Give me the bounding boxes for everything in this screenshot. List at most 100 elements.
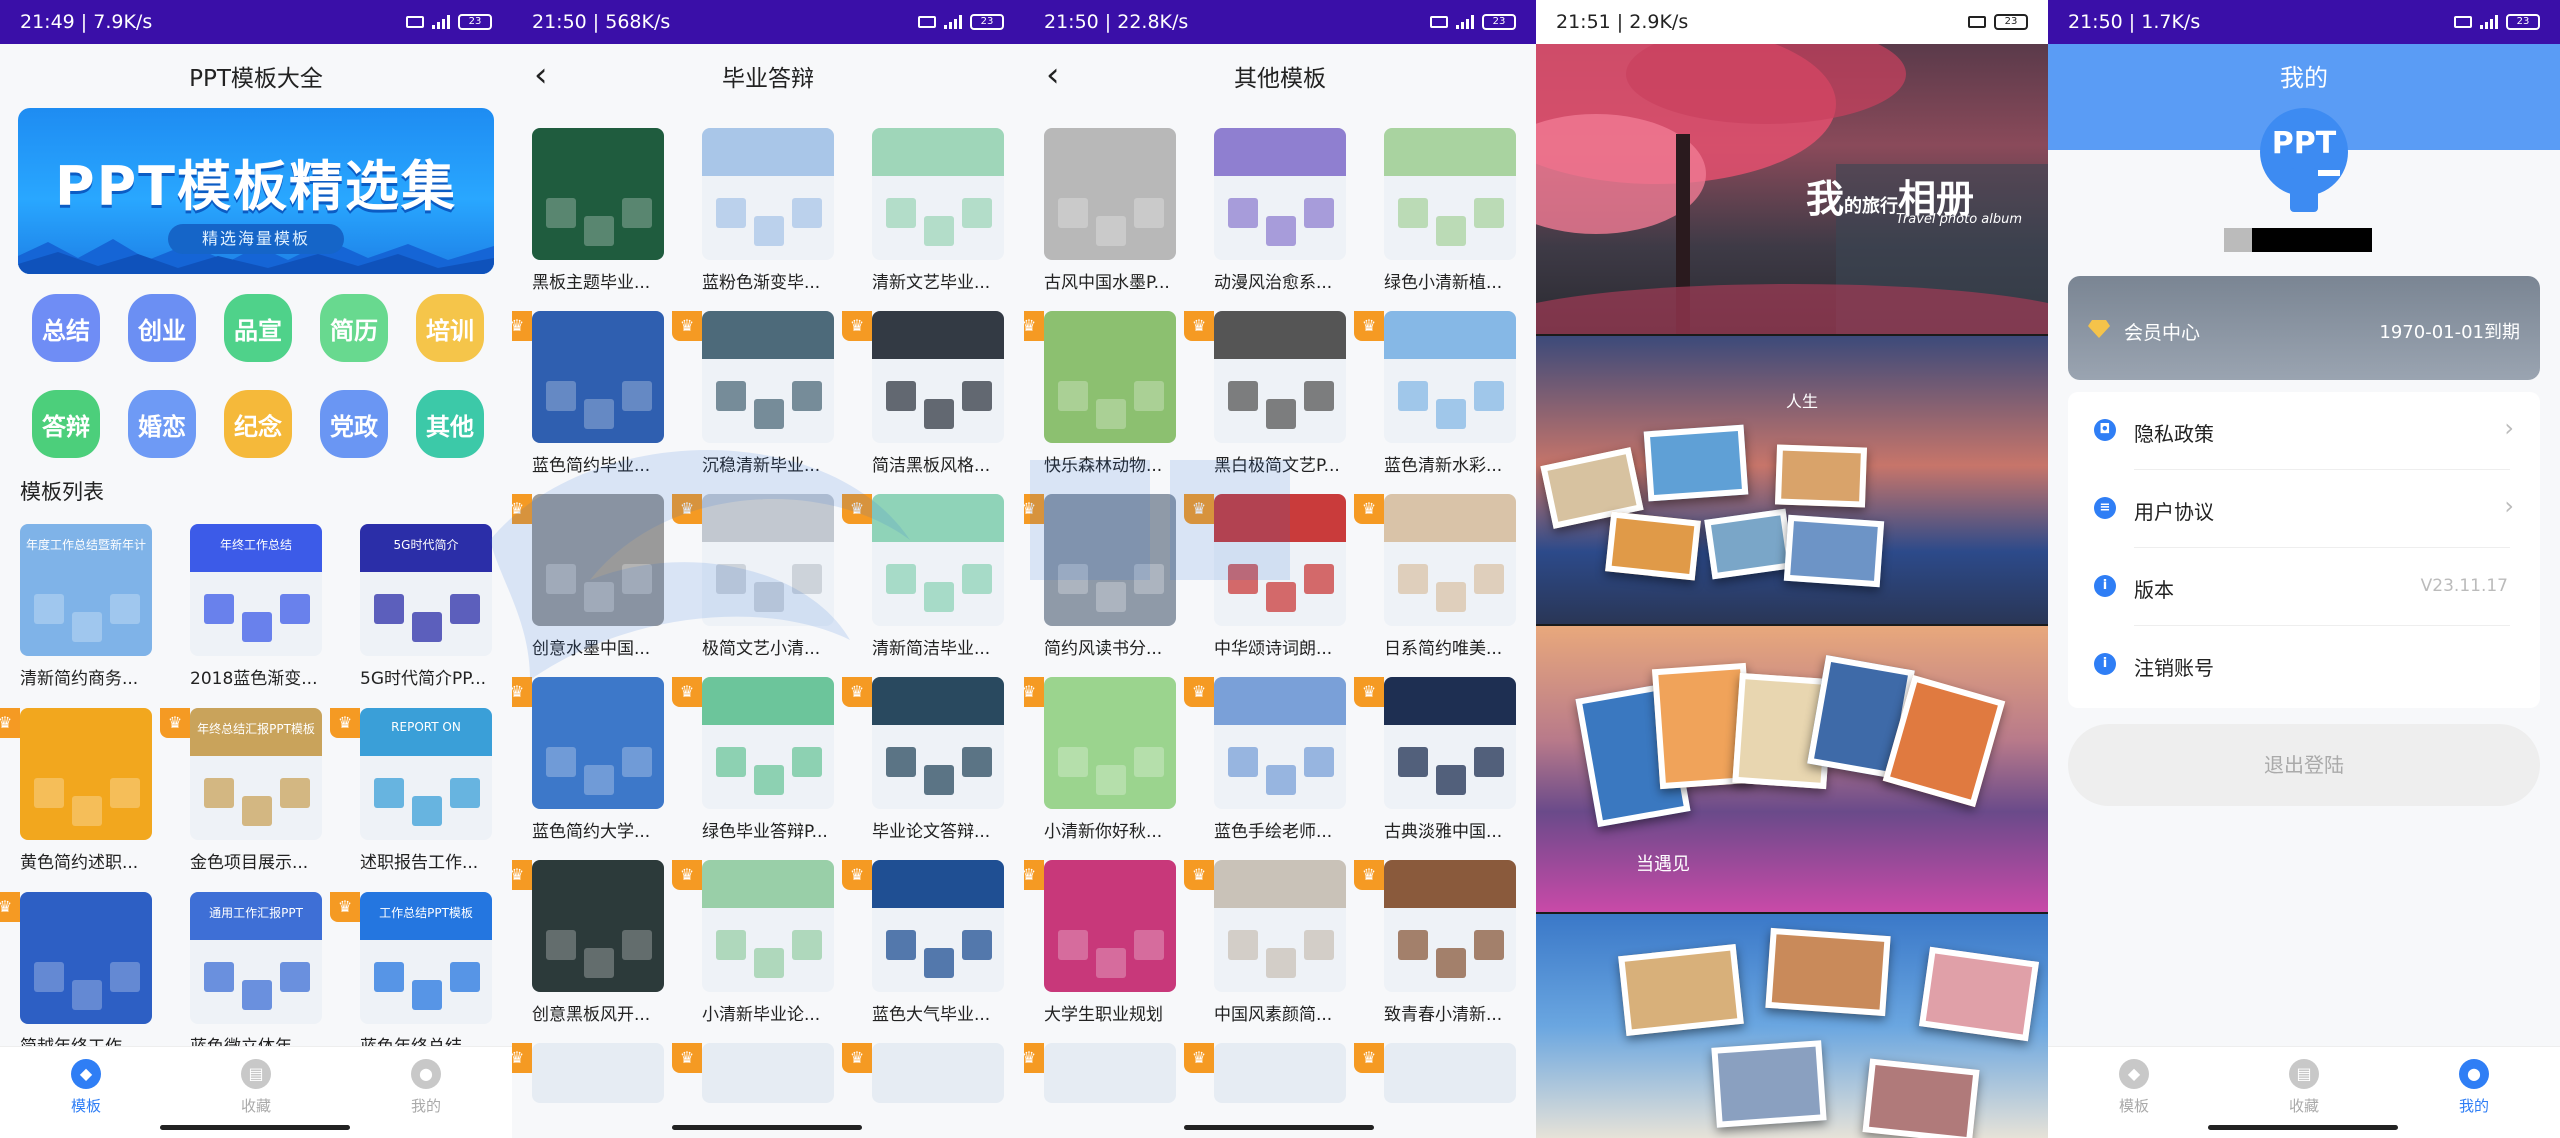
thumbnail-content-block bbox=[886, 198, 916, 228]
category-button[interactable]: 培训 bbox=[416, 294, 484, 362]
vip-crown-icon: ♛ bbox=[512, 494, 532, 524]
signal-icon bbox=[944, 15, 962, 29]
template-thumbnail bbox=[1044, 311, 1176, 443]
vip-crown-icon: ♛ bbox=[512, 1043, 532, 1073]
menu-item[interactable]: i 版本 V23.11.17 bbox=[2068, 548, 2540, 626]
thumbnail-content-block bbox=[1096, 765, 1126, 795]
thumbnail-content-block bbox=[716, 930, 746, 960]
thumbnail-header-band bbox=[1214, 677, 1346, 725]
template-thumbnail bbox=[1044, 1043, 1176, 1103]
template-caption: 创意黑板风开... bbox=[532, 1005, 651, 1025]
vip-center-card[interactable]: 会员中心 1970-01-01到期 bbox=[2068, 276, 2540, 380]
menu-item[interactable]: ≡ 用户协议 › bbox=[2068, 470, 2540, 548]
logout-button[interactable]: 退出登陆 bbox=[2068, 724, 2540, 806]
thumbnail-content-block bbox=[242, 796, 272, 826]
back-arrow-icon[interactable]: ‹ bbox=[1046, 58, 1078, 92]
thumbnail-content-block bbox=[622, 198, 652, 228]
thumbnail-content-block bbox=[1474, 564, 1504, 594]
thumbnail-content-block bbox=[72, 796, 102, 826]
album-slide-flowers[interactable]: 当遇见 bbox=[1536, 626, 2048, 912]
thumbnail-content-block bbox=[1398, 747, 1428, 777]
thumbnail-content-block bbox=[754, 765, 784, 795]
category-button[interactable]: 创业 bbox=[128, 294, 196, 362]
template-caption: 蓝粉色渐变毕... bbox=[702, 273, 821, 293]
avatar[interactable]: PPT bbox=[2254, 108, 2354, 216]
template-caption: 绿色小清新植... bbox=[1384, 273, 1503, 293]
screen-graduation-defense: 21:50 | 568K/s 23 ‹ 毕业答辩 黑板主题毕业... 蓝粉色渐变毕… bbox=[512, 0, 1024, 1138]
status-time-speed: 21:50 | 22.8K/s bbox=[1044, 11, 1189, 33]
album-caption: 当遇见 bbox=[1636, 854, 1690, 875]
tab-1[interactable]: ▤ 收藏 bbox=[206, 1059, 306, 1116]
thumbnail-content-block bbox=[1096, 216, 1126, 246]
album-cover-slide[interactable]: 我的旅行相册 Travel photo album bbox=[1536, 44, 2048, 334]
vip-crown-icon: ♛ bbox=[672, 677, 702, 707]
ppt-logo-icon bbox=[2260, 108, 2348, 212]
tab-2[interactable]: ● 我的 bbox=[376, 1059, 476, 1116]
tab-0[interactable]: ◆ 模板 bbox=[2084, 1059, 2184, 1116]
tab-label: 收藏 bbox=[240, 1097, 271, 1115]
thumbnail-content-block bbox=[280, 594, 310, 624]
cube-icon: ◆ bbox=[2119, 1059, 2149, 1089]
thumbnail-content-block bbox=[1134, 198, 1164, 228]
thumbnail-content-block bbox=[412, 612, 442, 642]
photo-frame bbox=[1618, 944, 1744, 1036]
menu-item-label: 版本 bbox=[2134, 578, 2174, 602]
tab-1[interactable]: ▤ 收藏 bbox=[2254, 1059, 2354, 1116]
template-thumbnail bbox=[702, 494, 834, 626]
thumbnail-content-block bbox=[374, 962, 404, 992]
username-redaction bbox=[2224, 228, 2252, 252]
category-button[interactable]: 总结 bbox=[32, 294, 100, 362]
tab-0[interactable]: ◆ 模板 bbox=[36, 1059, 136, 1116]
category-button[interactable]: 简历 bbox=[320, 294, 388, 362]
template-thumbnail bbox=[1044, 128, 1176, 260]
thumbnail-content-block bbox=[754, 948, 784, 978]
menu-item-label: 隐私政策 bbox=[2134, 422, 2214, 446]
shield-icon: ◘ bbox=[2094, 419, 2116, 441]
template-thumbnail: 5G时代简介 bbox=[360, 524, 492, 656]
thumbnail-content-block bbox=[1096, 399, 1126, 429]
chevron-right-icon: › bbox=[2504, 414, 2514, 442]
user-icon: ● bbox=[2459, 1059, 2489, 1089]
tab-2[interactable]: ● 我的 bbox=[2424, 1059, 2524, 1116]
template-thumbnail bbox=[1214, 128, 1346, 260]
settings-menu: ◘ 隐私政策 › ≡ 用户协议 › i 版本 V23.11.17 i 注销账号 bbox=[2068, 392, 2540, 708]
category-button[interactable]: 婚恋 bbox=[128, 390, 196, 458]
promo-banner[interactable]: PPT模板精选集 精选海量模板 bbox=[18, 108, 494, 274]
thumbnail-header-band bbox=[1214, 311, 1346, 359]
template-caption: 简洁黑板风格... bbox=[872, 456, 991, 476]
thumbnail-content-block bbox=[584, 399, 614, 429]
thumbnail-header-band bbox=[702, 677, 834, 725]
photo-frame bbox=[1704, 508, 1794, 580]
tab-label: 模板 bbox=[2118, 1097, 2149, 1115]
menu-item-value: V23.11.17 bbox=[2420, 576, 2508, 596]
cube-icon: ◆ bbox=[71, 1059, 101, 1089]
category-button[interactable]: 党政 bbox=[320, 390, 388, 458]
thumbnail-content-block bbox=[754, 399, 784, 429]
template-caption: 清新文艺毕业... bbox=[872, 273, 991, 293]
thumbnail-content-block bbox=[374, 778, 404, 808]
category-button[interactable]: 纪念 bbox=[224, 390, 292, 458]
vip-crown-icon: ♛ bbox=[1354, 1043, 1384, 1073]
template-caption: 致青春小清新... bbox=[1384, 1005, 1503, 1025]
thumbnail-title-text: REPORT ON bbox=[391, 720, 461, 734]
thumbnail-header-band bbox=[702, 860, 834, 908]
thumbnail-content-block bbox=[204, 962, 234, 992]
thumbnail-content-block bbox=[924, 399, 954, 429]
menu-item[interactable]: ◘ 隐私政策 › bbox=[2068, 392, 2540, 470]
album-slide-city[interactable] bbox=[1536, 914, 2048, 1138]
thumbnail-content-block bbox=[1436, 948, 1466, 978]
bottom-tab-bar: ◆ 模板 ▤ 收藏 ● 我的 bbox=[0, 1046, 512, 1138]
album-subtitle: Travel photo album bbox=[1896, 212, 2023, 227]
category-button[interactable]: 品宣 bbox=[224, 294, 292, 362]
vip-crown-icon: ♛ bbox=[1024, 311, 1044, 341]
album-slide-lake[interactable]: 人生 bbox=[1536, 336, 2048, 624]
template-caption: 古典淡雅中国... bbox=[1384, 822, 1503, 842]
thumbnail-content-block bbox=[1474, 381, 1504, 411]
category-button[interactable]: 其他 bbox=[416, 390, 484, 458]
back-arrow-icon[interactable]: ‹ bbox=[534, 58, 566, 92]
category-button[interactable]: 答辩 bbox=[32, 390, 100, 458]
vip-crown-icon: ♛ bbox=[672, 494, 702, 524]
user-icon: ● bbox=[411, 1059, 441, 1089]
template-thumbnail bbox=[1384, 1043, 1516, 1103]
menu-item[interactable]: i 注销账号 bbox=[2068, 626, 2540, 704]
